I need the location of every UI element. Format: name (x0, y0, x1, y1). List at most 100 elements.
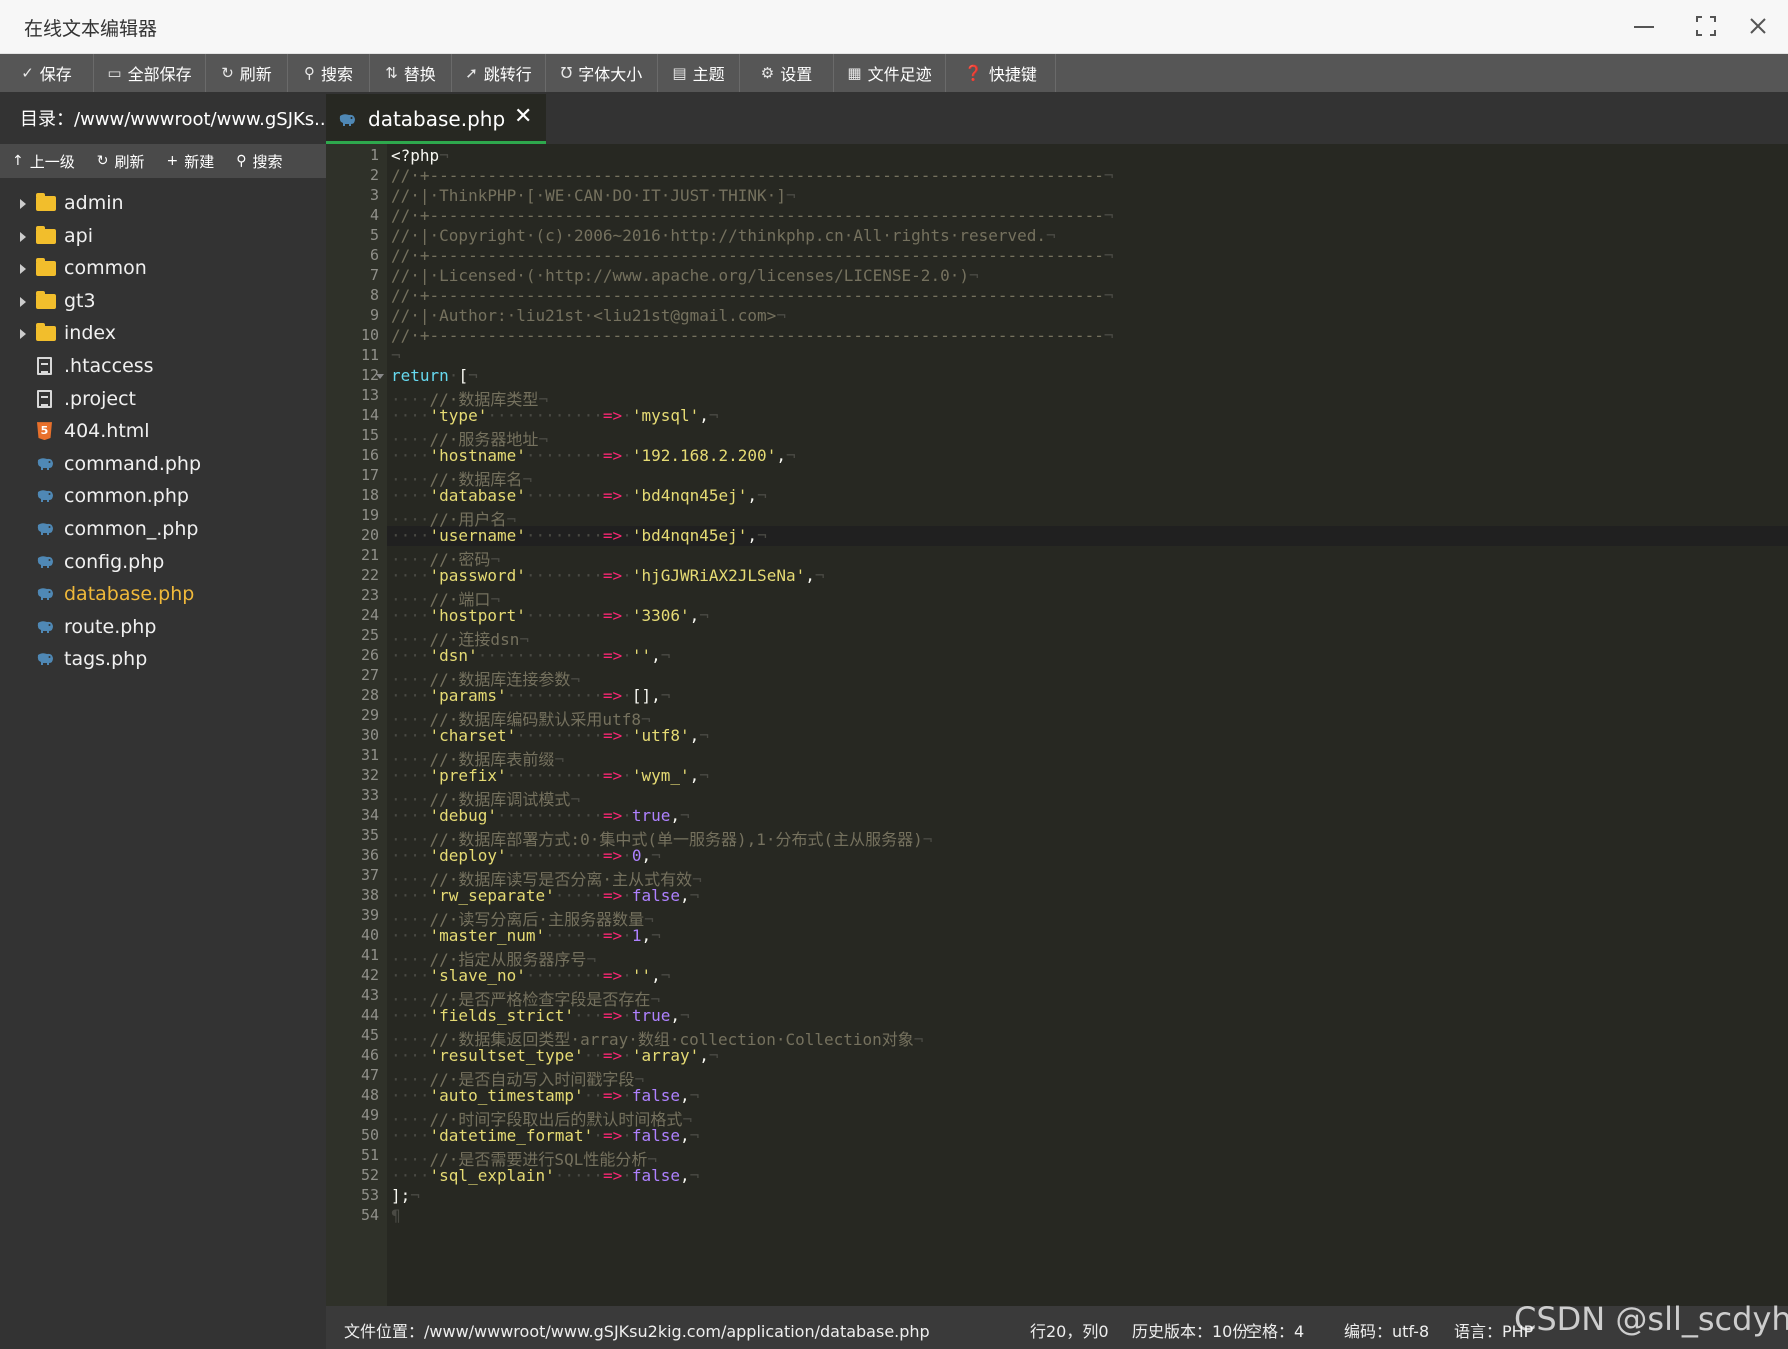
file-tree-item[interactable]: admin (0, 188, 326, 221)
toolbar-button-settings[interactable]: ⚙ 设置 (740, 54, 834, 92)
toolbar-button-goto-line[interactable]: ➚ 跳转行 (452, 54, 546, 92)
line-number: 17 (360, 466, 379, 484)
file-tree-item[interactable]: route.php (0, 612, 326, 645)
file-tree-item-label: route.php (64, 615, 157, 638)
plus-icon: + (166, 153, 179, 169)
code-editor[interactable]: 1 2 3 4 5 6 7 8 9 10 11 12 13 14 15 16 17 18 19 20 21 22 23 24 2… (326, 144, 1788, 1306)
line-number: 30 (360, 726, 379, 744)
toolbar-button-save-all[interactable]: ▭ 全部保存 (94, 54, 206, 92)
caret-right-icon[interactable] (20, 264, 26, 275)
indent-setting[interactable]: 空格：4 (1246, 1318, 1304, 1342)
close-button[interactable] (1738, 8, 1778, 44)
line-number: 41 (360, 946, 379, 964)
caret-right-icon[interactable] (20, 296, 26, 307)
toolbar-button-file-history[interactable]: ▦ 文件足迹 (834, 54, 946, 92)
sidebar-tool-plus[interactable]: + 新建 (167, 151, 215, 172)
file-tree-item[interactable]: common.php (0, 481, 326, 514)
sidebar-tool-up-arrow[interactable]: ↑ 上一级 (12, 151, 75, 172)
cursor-position[interactable]: 行20，列0 (1030, 1318, 1109, 1342)
file-tree-item[interactable]: 5 404.html (0, 416, 326, 449)
maximize-button[interactable] (1686, 8, 1726, 44)
line-number: 48 (360, 1086, 379, 1104)
tab-close-icon[interactable]: ✕ (514, 104, 532, 129)
code-line: ];¬ (391, 1186, 420, 1205)
file-location: 文件位置：/www/wwwroot/www.gSJKsu2kig.com/app… (344, 1322, 930, 1341)
toolbar-button-help[interactable]: ❓ 快捷键 (946, 54, 1056, 92)
file-tree-item[interactable]: gt3 (0, 286, 326, 319)
code-line: ····'deploy'··········=>·0,¬ (391, 846, 661, 865)
line-number: 1 (369, 146, 379, 164)
file-tree-item[interactable]: common (0, 253, 326, 286)
directory-path: 目录：/www/wwwroot/www.gSJKs... (20, 109, 326, 130)
code-line: //·|·Copyright·(c)·2006~2016·http://thin… (391, 226, 1056, 245)
file-tree-item[interactable]: config.php (0, 547, 326, 580)
line-number: 21 (360, 546, 379, 564)
window-title: 在线文本编辑器 (24, 18, 158, 40)
toolbar-button-refresh[interactable]: ↻ 刷新 (206, 54, 288, 92)
toolbar-button-label: 替换 (403, 65, 436, 84)
line-number: 24 (360, 606, 379, 624)
file-tree-item[interactable]: api (0, 221, 326, 254)
line-number: 38 (360, 886, 379, 904)
sidebar-tool-refresh[interactable]: ↻ 刷新 (97, 151, 145, 172)
file-tree: admin api common gt3 index .htaccess .project 5… (0, 178, 326, 677)
file-sidebar: 目录：/www/wwwroot/www.gSJKs... ↑ 上一级 ↻ 刷新 + 新建 ⚲… (0, 92, 326, 1349)
encoding-setting[interactable]: 编码：utf-8 (1344, 1318, 1429, 1342)
theme-icon: ▤ (672, 64, 687, 82)
line-number: 9 (369, 306, 379, 324)
toolbar-button-search[interactable]: ⚲ 搜索 (288, 54, 370, 92)
file-tree-item-label: command.php (64, 452, 202, 475)
up-arrow-icon: ↑ (12, 153, 24, 169)
tab-database-php[interactable]: database.php ✕ (326, 94, 546, 144)
line-number: 19 (360, 506, 379, 524)
toolbar: ✓ 保存 ▭ 全部保存 ↻ 刷新 ⚲ 搜索 ⇅ 替换 ➚ 跳转行 Ʊ 字体大小 ▤ 主题 ⚙ 设置 ▦ 文件足迹 ❓ 快捷… (0, 54, 1788, 92)
sidebar-tool-search[interactable]: ⚲ 搜索 (236, 151, 282, 172)
folder-icon (36, 225, 56, 244)
folder-icon (36, 258, 56, 277)
toolbar-button-label: 搜索 (320, 65, 353, 84)
line-number: 13 (360, 386, 379, 404)
toolbar-button-replace[interactable]: ⇅ 替换 (370, 54, 452, 92)
code-line: //·+------------------------------------… (391, 206, 1114, 225)
file-tree-item[interactable]: index (0, 318, 326, 351)
line-number: 36 (360, 846, 379, 864)
code-line: ····'username'········=>·'bd4nqn45ej',¬ (391, 526, 767, 545)
caret-right-icon[interactable] (20, 199, 26, 209)
sidebar-tool-label: 上一级 (29, 152, 75, 171)
line-number: 33 (360, 786, 379, 804)
minimize-button[interactable] (1624, 8, 1664, 44)
line-number: 28 (360, 686, 379, 704)
history-versions[interactable]: 历史版本：10份 (1132, 1318, 1248, 1342)
line-number: 10 (360, 326, 379, 344)
code-line: ····'auto_timestamp'··=>·false,¬ (391, 1086, 700, 1105)
caret-right-icon[interactable] (20, 231, 26, 242)
line-number: 49 (360, 1106, 379, 1124)
toolbar-button-label: 全部保存 (127, 65, 192, 84)
line-number: 5 (369, 226, 379, 244)
file-tree-item[interactable]: database.php (0, 579, 326, 612)
file-tree-item[interactable]: tags.php (0, 644, 326, 677)
code-line: return·[¬ (391, 366, 478, 385)
code-line: //·+------------------------------------… (391, 326, 1114, 345)
code-line: ····'hostname'········=>·'192.168.2.200'… (391, 446, 796, 465)
code-line: ····'sql_explain'·····=>·false,¬ (391, 1166, 700, 1185)
file-tree-item[interactable]: common_.php (0, 514, 326, 547)
php-elephant-icon (37, 490, 53, 503)
line-number: 54 (360, 1206, 379, 1224)
caret-right-icon[interactable] (20, 329, 26, 340)
file-tree-item[interactable]: .project (0, 384, 326, 417)
toolbar-button-font-size[interactable]: Ʊ 字体大小 (546, 54, 658, 92)
document-icon (37, 356, 52, 375)
code-line: ····'resultset_type'··=>·'array',¬ (391, 1046, 719, 1065)
toolbar-button-label: 设置 (780, 65, 813, 84)
file-history-icon: ▦ (847, 64, 862, 82)
code-line: ····'password'········=>·'hjGJWRiAX2JLSe… (391, 566, 825, 585)
toolbar-button-save[interactable]: ✓ 保存 (0, 54, 94, 92)
line-number: 40 (360, 926, 379, 944)
file-tree-item[interactable]: command.php (0, 449, 326, 482)
file-tree-item[interactable]: .htaccess (0, 351, 326, 384)
file-tree-item-label: config.php (64, 550, 165, 573)
fold-arrow-icon[interactable] (376, 374, 384, 379)
toolbar-button-theme[interactable]: ▤ 主题 (658, 54, 740, 92)
file-tree-item-label: common_.php (64, 517, 199, 540)
